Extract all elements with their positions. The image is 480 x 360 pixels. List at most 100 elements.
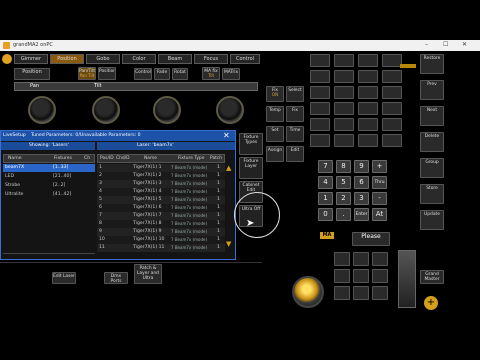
maximize-button[interactable]: ☐ [443,41,448,48]
command-key[interactable]: Set [266,126,284,142]
console-key[interactable] [358,134,378,147]
encoder-4-knob[interactable] [216,96,244,124]
plus-icon[interactable]: + [424,296,438,310]
numpad-key[interactable]: 9 [354,160,369,173]
table-row[interactable]: beam7X [1..33] [3,164,95,172]
fixture-types-button[interactable]: Fixture Types [239,133,263,155]
command-key[interactable]: Fix [286,106,304,122]
console-key[interactable] [334,86,354,99]
console-key[interactable] [334,118,354,131]
command-key[interactable]: Assign [266,146,284,162]
table-row[interactable]: Strobe [2..2] [3,182,95,190]
preset-position-2[interactable]: Position [98,67,116,80]
console-key[interactable] [382,70,402,83]
numpad-key[interactable]: 5 [336,176,351,189]
numpad-key[interactable]: + [372,160,387,173]
numpad-key[interactable]: . [336,208,351,221]
tab-beam[interactable]: Beam [158,54,192,64]
console-key[interactable] [310,102,330,115]
encoder-3-knob[interactable] [153,96,181,124]
please-button[interactable]: Please [352,232,390,246]
strip-key[interactable]: Group [420,158,444,178]
console-key[interactable] [382,118,402,131]
encoder-1-knob[interactable] [28,96,56,124]
table-row[interactable]: Ultralite [41..42] [3,191,95,199]
numpad-key[interactable]: 8 [336,160,351,173]
tab-position[interactable]: Position [50,54,84,64]
strip-key[interactable]: Delete [420,132,444,152]
console-key[interactable] [358,70,378,83]
dmx-ports-button[interactable]: Dmx Ports [104,272,128,284]
scroll-up-icon[interactable]: ▲ [226,164,234,172]
left-scroll-up-icon[interactable] [3,253,95,259]
strip-key[interactable]: Next [420,106,444,126]
console-key[interactable] [358,102,378,115]
console-key[interactable] [382,86,402,99]
table-row[interactable]: 6 Tiger7X(1) 6 7 Beam7x (mode) 1 [97,204,225,212]
console-key[interactable] [353,269,369,283]
console-key[interactable] [358,54,378,67]
preset-matrix[interactable]: MATrix [222,68,240,80]
edit-laser-button[interactable]: Edit Laser [52,272,76,284]
console-key[interactable] [358,118,378,131]
command-key[interactable]: Time [286,126,304,142]
strip-key[interactable]: Store [420,184,444,204]
console-key[interactable] [334,54,354,67]
console-key[interactable] [310,134,330,147]
console-key[interactable] [310,54,330,67]
dialog-close-icon[interactable]: ✕ [223,131,230,140]
table-row[interactable]: 10 Tiger7X(1) 10 7 Beam7x (mode) 1 [97,236,225,244]
console-key[interactable] [382,134,402,147]
console-key[interactable] [334,102,354,115]
console-key[interactable] [334,269,350,283]
table-row[interactable]: 1 Tiger7X(1) 1 7 Beam7x (mode) 1 [97,164,225,172]
table-row[interactable]: 5 Tiger7X(1) 5 7 Beam7x (mode) 1 [97,196,225,204]
table-row[interactable]: 8 Tiger7X(1) 8 7 Beam7x (mode) 1 [97,220,225,228]
preset-rotat[interactable]: Rotat [172,68,188,80]
console-key[interactable] [334,286,350,300]
command-key[interactable]: Edit [286,146,304,162]
console-key[interactable] [372,252,388,266]
tab-control[interactable]: Control [230,54,260,64]
console-key[interactable] [334,252,350,266]
encoder-2-knob[interactable] [92,96,120,124]
table-row[interactable]: 2 Tiger7X(1) 2 7 Beam7x (mode) 1 [97,172,225,180]
tab-focus[interactable]: Focus [194,54,228,64]
preset-fade[interactable]: Fade [154,68,170,80]
table-row[interactable]: 4 Tiger7X(1) 4 7 Beam7x (mode) 1 [97,188,225,196]
strip-key[interactable]: Restore [420,54,444,74]
preset-control[interactable]: Control [134,68,152,80]
tab-gimmer[interactable]: Gimmer [14,54,48,64]
numpad-key[interactable]: 6 [354,176,369,189]
fixture-layer-button[interactable]: Fixture Layer [239,157,263,179]
console-key[interactable] [372,269,388,283]
table-row[interactable]: LED [21..40] [3,173,95,181]
preset-pantilt[interactable]: Pan/Tilt Pan Tilt [78,67,96,80]
table-row[interactable]: 3 Tiger7X(1) 3 7 Beam7x (mode) 1 [97,180,225,188]
console-key[interactable] [353,252,369,266]
strip-key[interactable]: Update [420,210,444,230]
close-button[interactable]: ✕ [462,41,467,48]
numpad-key[interactable]: 3 [354,192,369,205]
console-key[interactable] [358,86,378,99]
numpad-key[interactable]: Thru [372,176,387,189]
numpad-key[interactable]: - [372,192,387,205]
level-wheel[interactable] [292,276,324,308]
numpad-key[interactable]: 0 [318,208,333,221]
table-row[interactable]: 9 Tiger7X(1) 9 7 Beam7x (mode) 1 [97,228,225,236]
grand-master-fader[interactable] [398,250,416,308]
numpad-key[interactable]: At [372,208,387,221]
numpad-key[interactable]: 4 [318,176,333,189]
tab-gobo[interactable]: Gobo [86,54,120,64]
console-key[interactable] [310,70,330,83]
table-row[interactable]: 11 Tiger7X(1) 11 7 Beam7x (mode) 1 [97,244,225,252]
strip-key[interactable]: Prev [420,80,444,100]
command-key[interactable]: Select [286,86,304,102]
command-key[interactable]: Temp [266,106,284,122]
console-key[interactable] [334,70,354,83]
preset-mafix[interactable]: MA fix Tilt [202,67,220,80]
numpad-key[interactable]: Enter [354,208,369,221]
console-key[interactable] [382,54,402,67]
console-key[interactable] [353,286,369,300]
tab-color[interactable]: Color [122,54,156,64]
